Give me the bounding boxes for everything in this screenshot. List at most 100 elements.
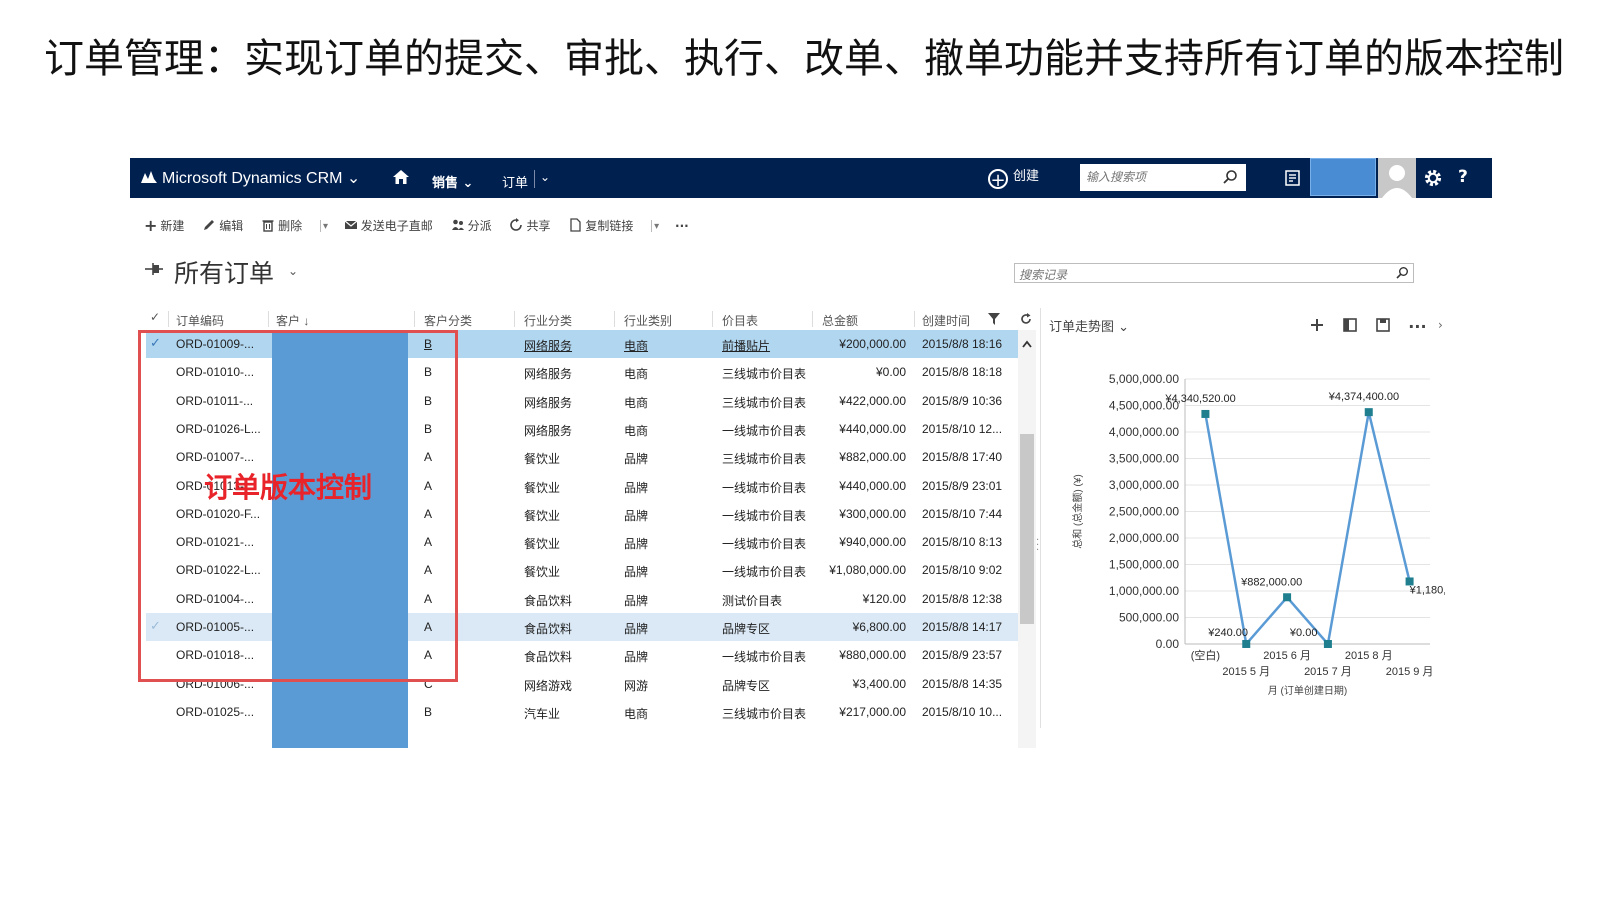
- search-icon[interactable]: [1395, 266, 1409, 280]
- column-header-total[interactable]: 总金额: [822, 312, 858, 329]
- avatar[interactable]: [1378, 158, 1416, 198]
- cell-ind: 餐饮业: [524, 452, 561, 467]
- data-point: [1364, 408, 1373, 417]
- home-icon[interactable]: [392, 168, 410, 186]
- user-name-redacted[interactable]: [1310, 158, 1376, 196]
- gear-icon[interactable]: [1422, 167, 1444, 189]
- nav-divider: [534, 170, 535, 188]
- y-tick-label: 0.00: [1156, 637, 1180, 651]
- delete-button[interactable]: 删除: [261, 217, 302, 234]
- cell-ind: 网络服务: [524, 367, 573, 382]
- column-header-price-list[interactable]: 价目表: [722, 312, 758, 329]
- chevron-down-icon[interactable]: ⌄: [540, 170, 550, 184]
- copy-link-button[interactable]: 复制链接: [568, 217, 633, 234]
- scrollbar-thumb[interactable]: [1020, 434, 1034, 624]
- edit-button[interactable]: 编辑: [202, 217, 243, 234]
- add-chart-icon[interactable]: [1309, 317, 1325, 333]
- data-point: [1283, 593, 1292, 602]
- task-list-icon[interactable]: [1284, 169, 1302, 187]
- x-tick-label: 2015 9 月: [1386, 666, 1434, 678]
- cell-type: 品牌: [624, 565, 649, 580]
- nav-orders-label[interactable]: 订单: [502, 172, 528, 191]
- column-header-industry-type[interactable]: 行业类别: [624, 312, 672, 329]
- cell-total: ¥440,000.00: [839, 478, 906, 493]
- column-header-code[interactable]: 订单编码: [176, 312, 224, 329]
- cell-cls: B: [424, 704, 433, 719]
- command-bar: + 新建 编辑 删除 ▾ 发送电子直邮 分派 共享 复制链接 ▾ ···: [144, 216, 703, 236]
- new-label: 新建: [160, 219, 185, 233]
- search-icon[interactable]: [1222, 169, 1238, 185]
- y-tick-label: 3,000,000.00: [1109, 478, 1179, 492]
- record-search-input[interactable]: [1015, 266, 1383, 284]
- x-tick-label: 2015 7 月: [1304, 666, 1352, 678]
- cell-total: ¥880,000.00: [839, 648, 906, 663]
- cell-total: ¥1,080,000.00: [829, 563, 906, 578]
- delete-dropdown-icon[interactable]: ▾: [323, 221, 328, 232]
- cell-type: 品牌: [624, 622, 649, 636]
- chevron-right-icon[interactable]: ›: [1438, 318, 1443, 332]
- cell-total: ¥0.00: [875, 365, 906, 380]
- grid-scrollbar[interactable]: [1018, 330, 1036, 748]
- cell-ind: 食品饮料: [524, 650, 573, 665]
- annotation-highlight-box: [138, 330, 458, 682]
- assign-button[interactable]: 分派: [451, 217, 492, 234]
- chevron-up-icon[interactable]: [1022, 340, 1032, 348]
- column-header-created[interactable]: 创建时间: [922, 312, 970, 329]
- cell-type: 品牌: [624, 452, 649, 467]
- grid-header: ✓ 订单编码 客户 ↓ 客户分类 行业分类 行业类别 价目表 总金额 创建时间: [146, 308, 1036, 331]
- new-button[interactable]: + 新建: [144, 216, 184, 235]
- cell-price: 品牌专区: [722, 678, 771, 693]
- expand-chart-icon[interactable]: [1342, 317, 1358, 333]
- assign-users-icon: [451, 219, 464, 230]
- cell-type: 品牌: [624, 593, 649, 608]
- cell-ind: 餐饮业: [524, 565, 561, 580]
- cell-price: 三线城市价目表: [722, 452, 807, 467]
- cell-ind: 网络游戏: [524, 678, 573, 693]
- column-header-customer-class[interactable]: 客户分类: [424, 312, 472, 329]
- app-brand[interactable]: Microsoft Dynamics CRM ⌄: [140, 168, 360, 188]
- cell-total: ¥3,400.00: [852, 676, 906, 691]
- cell-total: ¥940,000.00: [839, 535, 906, 550]
- more-commands-icon[interactable]: ···: [675, 219, 689, 233]
- cell-time: 2015/8/10 9:02: [922, 563, 1003, 578]
- cell-time: 2015/8/10 12...: [922, 421, 1003, 436]
- version-control-annotation: 订单版本控制: [204, 472, 373, 503]
- x-tick-label: (空白): [1191, 648, 1220, 662]
- plus-circle-icon: +: [988, 169, 1008, 190]
- column-header-customer[interactable]: 客户 ↓: [276, 312, 309, 329]
- refresh-icon[interactable]: [1020, 313, 1032, 325]
- cell-time: 2015/8/10 8:13: [922, 535, 1003, 550]
- column-divider: [414, 311, 415, 327]
- select-all-checkbox[interactable]: ✓: [150, 310, 160, 324]
- view-selector-chevron-icon[interactable]: ⌄: [288, 264, 298, 278]
- cell-total: ¥6,800.00: [852, 620, 906, 634]
- cell-price: 品牌专区: [722, 622, 771, 636]
- y-tick-label: 500,000.00: [1119, 611, 1179, 625]
- save-chart-icon[interactable]: [1375, 317, 1391, 333]
- cell-time: 2015/8/8 12:38: [922, 591, 1003, 606]
- cell-code[interactable]: ORD-01025-...: [176, 705, 254, 719]
- copy-link-dropdown-icon[interactable]: ▾: [654, 221, 659, 232]
- nav-sales-menu[interactable]: 销售 ⌄: [432, 172, 473, 191]
- chart-selector[interactable]: 订单走势图 ⌄: [1049, 316, 1129, 335]
- cell-total: ¥120.00: [862, 591, 906, 606]
- send-email-link-button[interactable]: 发送电子直邮: [344, 217, 433, 234]
- help-icon[interactable]: ?: [1458, 167, 1468, 187]
- assign-label: 分派: [467, 219, 492, 233]
- create-button[interactable]: + 创建: [988, 165, 1039, 190]
- cell-total: ¥440,000.00: [839, 421, 906, 436]
- cell-type: 品牌: [624, 650, 649, 665]
- pin-icon[interactable]: [144, 262, 164, 276]
- column-header-industry-class[interactable]: 行业分类: [524, 312, 572, 329]
- column-divider: [914, 311, 915, 327]
- cell-time: 2015/8/10 7:44: [922, 506, 1003, 521]
- view-title[interactable]: 所有订单: [174, 254, 274, 290]
- filter-icon[interactable]: [988, 313, 1000, 325]
- cell-type: 电商: [624, 339, 649, 353]
- cell-ind: 网络服务: [524, 395, 573, 410]
- chevron-down-icon: ⌄: [346, 170, 361, 187]
- cell-total: ¥217,000.00: [839, 704, 906, 719]
- share-button[interactable]: 共享: [509, 217, 551, 234]
- more-options-icon[interactable]: ···: [1408, 317, 1426, 336]
- global-search-input[interactable]: [1080, 164, 1220, 189]
